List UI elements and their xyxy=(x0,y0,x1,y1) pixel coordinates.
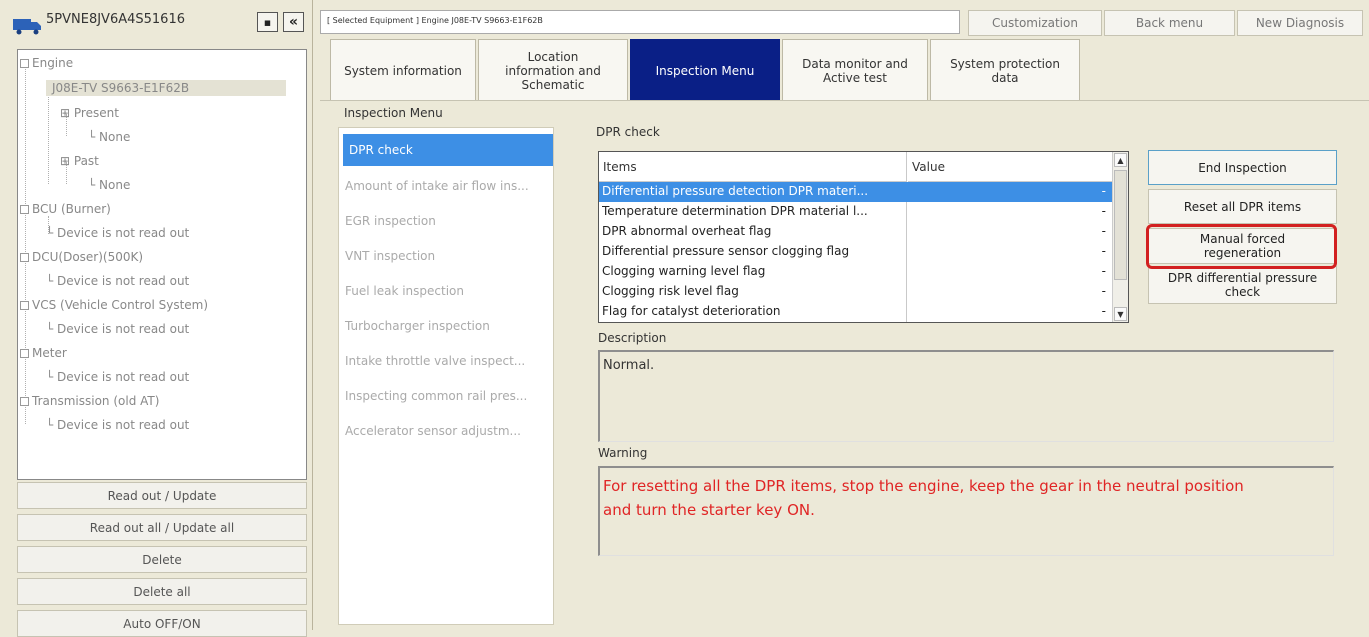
tree-node-present-none[interactable]: └ None xyxy=(88,130,130,144)
dpr-check-title: DPR check xyxy=(596,125,660,139)
table-row[interactable]: DPR abnormal overheat flag - xyxy=(599,222,1112,242)
warning-label: Warning xyxy=(598,446,648,460)
expand-box-icon xyxy=(20,205,29,214)
table-row[interactable]: Clogging risk level flag - xyxy=(599,282,1112,302)
equipment-tree[interactable]: Engine J08E-TV S9663-E1F62B ⊞ Present └ … xyxy=(17,49,307,480)
expand-box-icon xyxy=(20,349,29,358)
table-row[interactable]: Temperature determination DPR material l… xyxy=(599,202,1112,222)
auto-off-on-button[interactable]: Auto OFF/ON xyxy=(17,610,307,637)
expand-box-icon xyxy=(20,397,29,406)
tab-system-protection[interactable]: System protection data xyxy=(930,39,1080,101)
tree-node-bcu-status[interactable]: └ Device is not read out xyxy=(46,226,189,240)
menu-icon: ▪ xyxy=(263,15,272,29)
inspection-item-accelerator[interactable]: Accelerator sensor adjustm... xyxy=(339,415,553,447)
tree-node-engine[interactable]: Engine xyxy=(20,56,73,70)
tree-node-present[interactable]: ⊞ Present xyxy=(60,106,119,120)
inspection-item-vnt[interactable]: VNT inspection xyxy=(339,240,553,272)
vin-number: 5PVNE8JV6A4S51616 xyxy=(46,12,185,27)
inspection-item-turbocharger[interactable]: Turbocharger inspection xyxy=(339,310,553,342)
table-row[interactable]: Clogging warning level flag - xyxy=(599,262,1112,282)
inspection-item-intake-air[interactable]: Amount of intake air flow ins... xyxy=(339,170,553,202)
double-chevron-left-icon: « xyxy=(288,14,299,30)
tree-node-past-none[interactable]: └ None xyxy=(88,178,130,192)
reset-all-dpr-button[interactable]: Reset all DPR items xyxy=(1148,189,1337,224)
tree-node-vcs[interactable]: VCS (Vehicle Control System) xyxy=(20,298,208,312)
tree-node-vcs-status[interactable]: └ Device is not read out xyxy=(46,322,189,336)
inspection-item-intake-throttle[interactable]: Intake throttle valve inspect... xyxy=(339,345,553,377)
tree-node-past[interactable]: ⊞ Past xyxy=(60,154,99,168)
scroll-up-icon[interactable]: ▲ xyxy=(1114,153,1127,167)
scroll-thumb[interactable] xyxy=(1114,170,1127,280)
inspection-item-dpr-check[interactable]: DPR check xyxy=(343,134,553,166)
left-panel: 5PVNE8JV6A4S51616 ▪ « Engine J08E-TV S96… xyxy=(0,0,313,637)
dpr-differential-pressure-check-button[interactable]: DPR differential pressure check xyxy=(1148,266,1337,304)
delete-button[interactable]: Delete xyxy=(17,546,307,573)
inspection-item-egr[interactable]: EGR inspection xyxy=(339,205,553,237)
read-out-update-button[interactable]: Read out / Update xyxy=(17,482,307,509)
customization-button[interactable]: Customization xyxy=(968,10,1102,36)
tree-node-meter[interactable]: Meter xyxy=(20,346,67,360)
table-row[interactable]: Differential pressure detection DPR mate… xyxy=(599,182,1112,202)
tab-inspection-menu[interactable]: Inspection Menu xyxy=(630,39,780,101)
manual-forced-regeneration-button[interactable]: Manual forced regeneration xyxy=(1148,228,1337,264)
tree-node-engine-model[interactable]: J08E-TV S9663-E1F62B xyxy=(46,80,286,96)
end-inspection-button[interactable]: End Inspection xyxy=(1148,150,1337,185)
selected-equipment-bar: [ Selected Equipment ] Engine J08E-TV S9… xyxy=(320,10,960,34)
table-scrollbar[interactable]: ▲ ▼ xyxy=(1112,152,1128,322)
collapse-panel-button[interactable]: « xyxy=(283,12,304,32)
read-out-all-button[interactable]: Read out all / Update all xyxy=(17,514,307,541)
column-header-value: Value xyxy=(908,152,1112,182)
inspection-menu-list[interactable]: DPR check Amount of intake air flow ins.… xyxy=(338,127,554,625)
expand-box-icon xyxy=(20,301,29,310)
scroll-down-icon[interactable]: ▼ xyxy=(1114,307,1127,321)
tree-node-dcu[interactable]: DCU(Doser)(500K) xyxy=(20,250,143,264)
warning-text-line1: For resetting all the DPR items, stop th… xyxy=(603,477,1244,495)
column-header-items: Items xyxy=(599,152,907,182)
description-box: Normal. xyxy=(598,350,1334,442)
delete-all-button[interactable]: Delete all xyxy=(17,578,307,605)
tree-node-meter-status[interactable]: └ Device is not read out xyxy=(46,370,189,384)
tree-node-bcu[interactable]: BCU (Burner) xyxy=(20,202,111,216)
table-row[interactable]: Flag for catalyst deterioration - xyxy=(599,302,1112,322)
description-label: Description xyxy=(598,331,667,345)
warning-text-line2: and turn the starter key ON. xyxy=(603,501,815,519)
menu-button[interactable]: ▪ xyxy=(257,12,278,32)
warning-box: For resetting all the DPR items, stop th… xyxy=(598,466,1334,556)
inspection-menu-title: Inspection Menu xyxy=(344,106,443,120)
expand-box-icon xyxy=(20,59,29,68)
tree-node-transmission[interactable]: Transmission (old AT) xyxy=(20,394,159,408)
back-menu-button[interactable]: Back menu xyxy=(1104,10,1235,36)
tab-system-information[interactable]: System information xyxy=(330,39,476,101)
inspection-item-common-rail[interactable]: Inspecting common rail pres... xyxy=(339,380,553,412)
truck-icon xyxy=(13,19,41,35)
table-row[interactable]: Differential pressure sensor clogging fl… xyxy=(599,242,1112,262)
dpr-items-table[interactable]: Items Value Differential pressure detect… xyxy=(598,151,1129,323)
tab-data-monitor[interactable]: Data monitor and Active test xyxy=(782,39,928,101)
tree-node-transmission-status[interactable]: └ Device is not read out xyxy=(46,418,189,432)
inspection-item-fuel-leak[interactable]: Fuel leak inspection xyxy=(339,275,553,307)
description-text: Normal. xyxy=(603,358,655,373)
tab-location-schematic[interactable]: Location information and Schematic xyxy=(478,39,628,101)
tree-node-dcu-status[interactable]: └ Device is not read out xyxy=(46,274,189,288)
expand-box-icon xyxy=(20,253,29,262)
new-diagnosis-button[interactable]: New Diagnosis xyxy=(1237,10,1363,36)
